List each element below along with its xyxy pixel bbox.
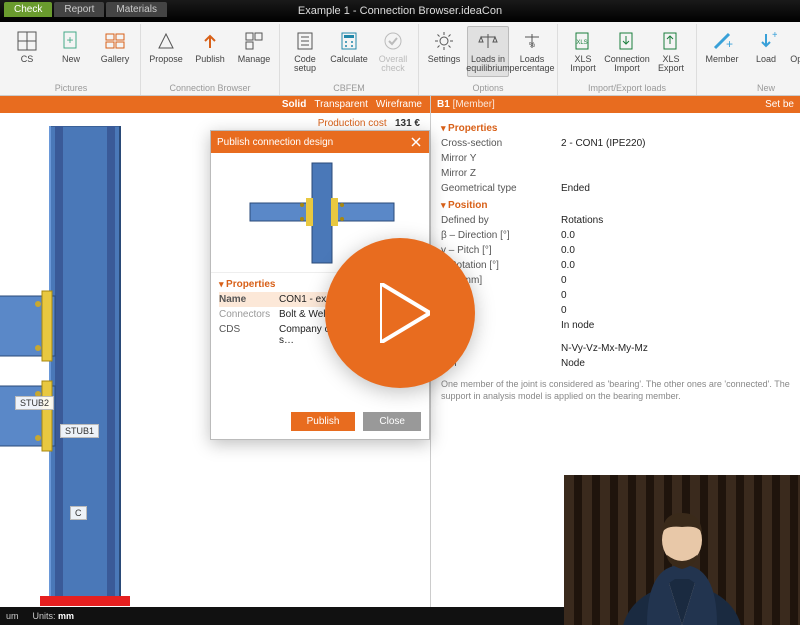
- load-icon: +: [754, 29, 778, 53]
- ribbon-btn-connection-import[interactable]: Connection Import: [606, 26, 648, 77]
- prop-row: Defined byRotations: [441, 213, 790, 228]
- set-bearing-link[interactable]: Set be: [765, 99, 794, 110]
- tab-materials[interactable]: Materials: [106, 2, 167, 17]
- ribbon-btn-manage[interactable]: Manage: [233, 26, 275, 67]
- ribbon-btn-code-setup[interactable]: Code setup: [284, 26, 326, 77]
- window-title: Example 1 - Connection Browser.ideaCon: [298, 5, 502, 17]
- publish-icon: [198, 29, 222, 53]
- propose-icon: [154, 29, 178, 53]
- tab-check[interactable]: Check: [4, 2, 52, 17]
- calc-icon: [337, 29, 361, 53]
- svg-text:XLS: XLS: [576, 40, 587, 46]
- svg-text:+: +: [66, 33, 73, 47]
- plus-doc-icon: +: [59, 29, 83, 53]
- publish-button[interactable]: Publish: [291, 412, 356, 431]
- prop-row: Geometrical typeEnded: [441, 181, 790, 196]
- status-units: Units: mm: [33, 611, 75, 621]
- ribbon-btn-calculate[interactable]: Calculate: [328, 26, 370, 77]
- prop-row: [mm]0: [441, 288, 790, 303]
- prop-row: β – Direction [°]0.0: [441, 228, 790, 243]
- status-left: um: [6, 611, 19, 621]
- play-icon: [380, 283, 430, 343]
- percent-icon: %: [520, 29, 544, 53]
- section-position[interactable]: Position: [441, 200, 790, 211]
- svg-text:+: +: [726, 37, 733, 51]
- prop-row: – Rotation [°]0.0: [441, 258, 790, 273]
- ribbon-btn-overall-check[interactable]: Overall check: [372, 26, 414, 77]
- member-icon: +: [710, 29, 734, 53]
- label-c: C: [70, 506, 87, 520]
- view-mode-solid[interactable]: Solid: [282, 99, 306, 110]
- balance-icon: [476, 29, 500, 53]
- svg-text:+: +: [772, 30, 777, 41]
- dialog-title-bar[interactable]: Publish connection design: [211, 131, 429, 153]
- play-button[interactable]: [325, 238, 475, 388]
- ribbon-btn-loads-equilibrium[interactable]: Loads in equilibrium: [467, 26, 509, 77]
- dialog-title: Publish connection design: [217, 137, 333, 148]
- production-cost: Production cost 131 €: [318, 118, 420, 129]
- prop-row: typeN-Vy-Vz-Mx-My-Mz: [441, 341, 790, 356]
- ribbon-btn-settings[interactable]: Settings: [423, 26, 465, 77]
- prop-row: Mirror Y: [441, 151, 790, 166]
- prop-row: t ex [mm]0: [441, 273, 790, 288]
- ribbon-group-pictures: CS +New Gallery Pictures: [2, 24, 141, 95]
- ribbon-btn-cs[interactable]: CS: [6, 26, 48, 67]
- view-mode-wireframe[interactable]: Wireframe: [376, 99, 422, 110]
- ribbon-btn-publish[interactable]: Publish: [189, 26, 231, 67]
- svg-text:%: %: [529, 42, 535, 49]
- prop-row: In node: [441, 318, 790, 333]
- ribbon-btn-new[interactable]: +New: [50, 26, 92, 67]
- label-stub2: STUB2: [15, 396, 54, 410]
- tab-report[interactable]: Report: [54, 2, 104, 17]
- prop-row: Mirror Z: [441, 166, 790, 181]
- presenter-pip: [564, 475, 800, 625]
- close-icon[interactable]: [409, 135, 423, 149]
- xls-import-icon: XLS: [571, 29, 595, 53]
- prop-row: s inNode: [441, 356, 790, 371]
- view-mode-transparent[interactable]: Transparent: [314, 99, 368, 110]
- ribbon-btn-load[interactable]: +Load: [745, 26, 787, 67]
- grid-icon: [15, 29, 39, 53]
- connection-import-icon: [615, 29, 639, 53]
- presenter-figure: [617, 485, 747, 625]
- ribbon-btn-xls-import[interactable]: XLSXLS Import: [562, 26, 604, 77]
- label-stub1: STUB1: [60, 424, 99, 438]
- view-mode-bar: Solid Transparent Wireframe: [0, 96, 430, 113]
- check-icon: [381, 29, 405, 53]
- ribbon-btn-member[interactable]: +Member: [701, 26, 743, 67]
- ribbon-btn-propose[interactable]: Propose: [145, 26, 187, 67]
- properties-panel-header: B1 [Member] Set be: [431, 96, 800, 113]
- xls-export-icon: [659, 29, 683, 53]
- ribbon-btn-operation[interactable]: +Operation: [789, 26, 800, 67]
- ribbon-group-cbfem: Code setup Calculate Overall check CBFEM: [280, 24, 419, 95]
- ribbon-group-new: +Member +Load +Operation New: [697, 24, 800, 95]
- ribbon-btn-gallery[interactable]: Gallery: [94, 26, 136, 67]
- ribbon-group-connection-browser: Propose Publish Manage Connection Browse…: [141, 24, 280, 95]
- prop-row: γ – Pitch [°]0.0: [441, 243, 790, 258]
- ribbon-btn-xls-export[interactable]: XLS Export: [650, 26, 692, 77]
- ribbon-group-import-export: XLSXLS Import Connection Import XLS Expo…: [558, 24, 697, 95]
- close-button[interactable]: Close: [363, 412, 421, 431]
- title-bar: Check Report Materials Example 1 - Conne…: [0, 0, 800, 22]
- ribbon-group-options: Settings Loads in equilibrium %Loads per…: [419, 24, 558, 95]
- bearing-note: One member of the joint is considered as…: [441, 379, 790, 402]
- prop-row: [mm]0: [441, 303, 790, 318]
- prop-row: Cross-section2 - CON1 (IPE220): [441, 136, 790, 151]
- ribbon: CS +New Gallery Pictures Propose Publish…: [0, 22, 800, 96]
- gallery-icon: [103, 29, 127, 53]
- top-tabs: Check Report Materials: [4, 2, 167, 17]
- code-icon: [293, 29, 317, 53]
- section-properties[interactable]: Properties: [441, 123, 790, 134]
- ribbon-btn-loads-percentage[interactable]: %Loads percentage: [511, 26, 553, 77]
- gear-icon: [432, 29, 456, 53]
- manage-icon: [242, 29, 266, 53]
